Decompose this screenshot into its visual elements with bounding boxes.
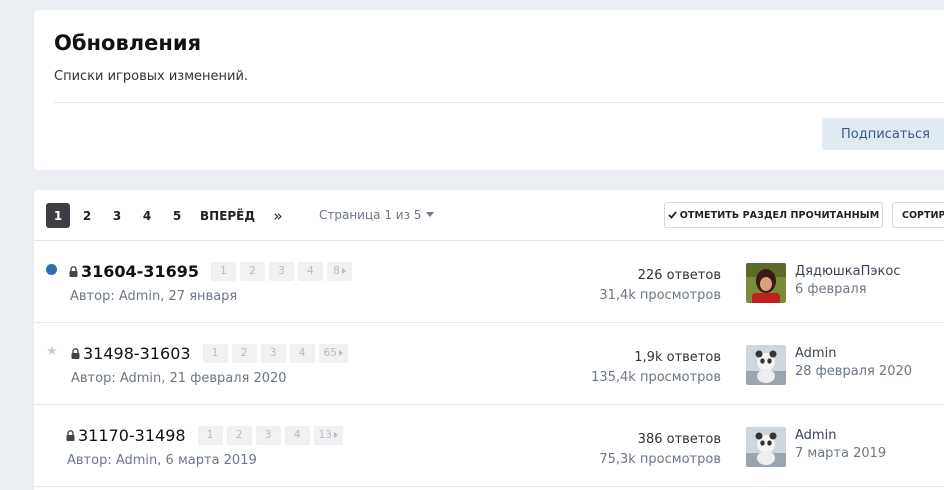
last-post: Admin 28 февраля 2020: [795, 345, 912, 381]
last-post-date[interactable]: 7 марта 2019: [795, 445, 886, 463]
thread-row[interactable]: 31170-31498 1 2 3 4 13 Автор: Admin, 6 м…: [34, 405, 944, 487]
thread-meta: Автор: Admin, 21 февраля 2020: [71, 371, 287, 386]
thread-page-link[interactable]: 1: [202, 343, 228, 363]
page-3-button[interactable]: 3: [105, 203, 129, 228]
thread-last-page-link[interactable]: 8: [326, 261, 352, 281]
thread-page-link[interactable]: 1: [197, 425, 223, 445]
last-page-button[interactable]: »: [266, 203, 290, 228]
view-count: 75,3k просмотров: [599, 452, 721, 467]
thread-row[interactable]: ★ 31498-31603 1 2 3 4 65 Автор: Admin, 2…: [34, 323, 944, 405]
reply-count: 386 ответов: [637, 432, 721, 447]
star-icon[interactable]: ★: [46, 345, 58, 358]
avatar[interactable]: [746, 263, 786, 303]
view-count: 31,4k просмотров: [599, 288, 721, 303]
caret-down-icon: [426, 212, 435, 217]
thread-stats: 386 ответов 75,3k просмотров: [599, 430, 721, 470]
thread-stats: 226 ответов 31,4k просмотров: [599, 266, 721, 306]
view-count: 135,4k просмотров: [591, 370, 721, 385]
lock-icon: [69, 265, 78, 277]
thread-title-link[interactable]: 31170-31498: [78, 426, 186, 445]
page-jump-dropdown[interactable]: Страница 1 из 5: [319, 208, 435, 222]
last-post: Admin 7 марта 2019: [795, 427, 886, 463]
last-post-date[interactable]: 6 февраля: [795, 281, 901, 299]
thread-stats: 1,9k ответов 135,4k просмотров: [591, 348, 721, 388]
page-1-button[interactable]: 1: [46, 203, 70, 228]
mark-forum-read-button[interactable]: ОТМЕТИТЬ РАЗДЕЛ ПРОЧИТАННЫМ: [664, 202, 883, 228]
page-info-label: Страница 1 из 5: [319, 208, 422, 222]
check-icon: [668, 211, 677, 219]
thread-page-link[interactable]: 3: [255, 425, 281, 445]
mark-read-label: ОТМЕТИТЬ РАЗДЕЛ ПРОЧИТАННЫМ: [679, 209, 880, 221]
arrow-right-icon: [333, 432, 338, 438]
thread-page-link[interactable]: 4: [284, 425, 310, 445]
page-5-button[interactable]: 5: [165, 203, 189, 228]
avatar[interactable]: [746, 427, 786, 467]
thread-last-page-link[interactable]: 13: [313, 425, 343, 445]
thread-pages: 1 2 3 4 65: [202, 343, 348, 363]
thread-page-link[interactable]: 3: [260, 343, 286, 363]
arrow-right-icon: [338, 350, 343, 356]
page-title: Обновления: [54, 31, 202, 55]
subscribe-button[interactable]: Подписаться: [822, 118, 944, 150]
thread-page-link[interactable]: 2: [226, 425, 252, 445]
thread-pages: 1 2 3 4 8: [210, 261, 352, 281]
last-poster-link[interactable]: ДядюшкаПэкос: [795, 263, 901, 281]
thread-page-link[interactable]: 3: [268, 261, 294, 281]
avatar[interactable]: [746, 345, 786, 385]
thread-meta: Автор: Admin, 27 января: [70, 289, 238, 304]
unread-dot-icon: [46, 264, 58, 276]
thread-page-link[interactable]: 4: [297, 261, 323, 281]
thread-title-link[interactable]: 31498-31603: [83, 344, 191, 363]
sort-button[interactable]: СОРТИР: [892, 202, 944, 228]
forum-header: Обновления Списки игровых изменений. Под…: [34, 10, 944, 170]
thread-row[interactable]: 31604-31695 1 2 3 4 8 Автор: Admin, 27 я…: [34, 241, 944, 323]
reply-count: 226 ответов: [637, 268, 721, 283]
divider: [54, 102, 944, 103]
thread-last-page-link[interactable]: 65: [318, 343, 348, 363]
thread-meta: Автор: Admin, 6 марта 2019: [67, 453, 257, 468]
page-4-button[interactable]: 4: [135, 203, 159, 228]
next-page-button[interactable]: ВПЕРЁД: [200, 203, 255, 228]
thread-page-link[interactable]: 2: [239, 261, 265, 281]
last-poster-link[interactable]: Admin: [795, 427, 886, 445]
lock-icon: [71, 347, 80, 359]
last-post-date[interactable]: 28 февраля 2020: [795, 363, 912, 381]
thread-title-link[interactable]: 31604-31695: [81, 262, 199, 281]
thread-page-link[interactable]: 1: [210, 261, 236, 281]
thread-page-link[interactable]: 2: [231, 343, 257, 363]
page-2-button[interactable]: 2: [75, 203, 99, 228]
thread-pages: 1 2 3 4 13: [197, 425, 343, 445]
pagination-bar: 1 2 3 4 5 ВПЕРЁД » Страница 1 из 5 ОТМЕТ…: [34, 190, 944, 241]
forum-description: Списки игровых изменений.: [54, 69, 249, 84]
thread-page-link[interactable]: 4: [289, 343, 315, 363]
last-post: ДядюшкаПэкос 6 февраля: [795, 263, 901, 299]
reply-count: 1,9k ответов: [634, 350, 721, 365]
thread-list: 1 2 3 4 5 ВПЕРЁД » Страница 1 из 5 ОТМЕТ…: [34, 190, 944, 490]
arrow-right-icon: [341, 268, 346, 274]
last-poster-link[interactable]: Admin: [795, 345, 912, 363]
lock-icon: [66, 429, 75, 441]
